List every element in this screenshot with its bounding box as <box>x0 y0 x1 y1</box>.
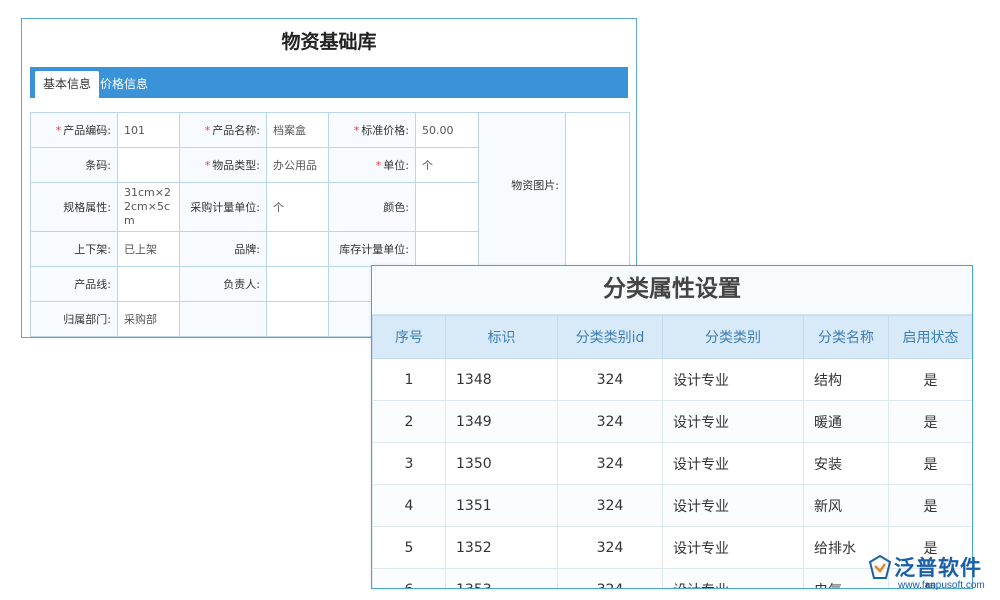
column-header[interactable]: 序号 <box>372 315 446 359</box>
barcode-label: 条码: <box>30 147 118 183</box>
logo-url: www.fanpusoft.com <box>898 580 985 591</box>
row-category: 设计专业 <box>662 400 804 443</box>
category-table: 序号 标识 分类类别id 分类类别 分类名称 启用状态 1 1348 324 设… <box>372 315 972 588</box>
column-header[interactable]: 分类名称 <box>803 315 889 359</box>
unit-field[interactable]: 个 <box>415 147 479 183</box>
row-index: 3 <box>372 442 446 485</box>
tab-bar: 基本信息 价格信息 <box>30 67 628 98</box>
row-name: 安装 <box>803 442 889 485</box>
product-name-field[interactable]: 档案盒 <box>266 112 329 148</box>
table-row[interactable]: 3 1350 324 设计专业 安装 是 <box>372 442 972 485</box>
column-header[interactable]: 分类类别 <box>662 315 804 359</box>
brand-label: 品牌: <box>179 231 267 267</box>
spec-field[interactable]: 31cm×22cm×5cm <box>117 182 180 232</box>
row-category-id: 324 <box>557 400 663 443</box>
column-header[interactable]: 标识 <box>445 315 558 359</box>
purchase-unit-label: 采购计量单位: <box>179 182 267 232</box>
spec-label: 规格属性: <box>30 182 118 232</box>
unit-label: * 单位: <box>328 147 416 183</box>
panel-title: 分类属性设置 <box>372 266 972 315</box>
shelf-status-label: 上下架: <box>30 231 118 267</box>
row-category: 设计专业 <box>662 358 804 401</box>
row-category: 设计专业 <box>662 484 804 527</box>
row-category-id: 324 <box>557 526 663 569</box>
table-row[interactable]: 1 1348 324 设计专业 结构 是 <box>372 358 972 401</box>
category-attribute-panel: 分类属性设置 序号 标识 分类类别id 分类类别 分类名称 启用状态 1 134… <box>371 265 973 589</box>
standard-price-label: * 标准价格: <box>328 112 416 148</box>
product-line-field[interactable] <box>117 266 180 302</box>
row-id: 1349 <box>445 400 558 443</box>
row-category: 设计专业 <box>662 526 804 569</box>
standard-price-field[interactable]: 50.00 <box>415 112 479 148</box>
product-code-field[interactable]: 101 <box>117 112 180 148</box>
department-label: 归属部门: <box>30 301 118 337</box>
row-enabled: 是 <box>888 358 972 401</box>
item-type-label: * 物品类型: <box>179 147 267 183</box>
brand-field[interactable] <box>266 231 329 267</box>
row-id: 1353 <box>445 568 558 588</box>
row-index: 4 <box>372 484 446 527</box>
purchase-unit-field[interactable]: 个 <box>266 182 329 232</box>
shelf-status-field[interactable]: 已上架 <box>117 231 180 267</box>
empty-label <box>179 301 267 337</box>
tab-price-info[interactable]: 价格信息 <box>92 71 156 98</box>
panel-title: 物资基础库 <box>281 31 377 53</box>
stock-unit-field[interactable] <box>415 231 479 267</box>
logo-mark-icon <box>868 554 892 579</box>
logo-name: 泛普软件 <box>894 556 982 580</box>
row-category-id: 324 <box>557 442 663 485</box>
table-row[interactable]: 2 1349 324 设计专业 暖通 是 <box>372 400 972 443</box>
row-index: 6 <box>372 568 446 588</box>
row-category-id: 324 <box>557 568 663 588</box>
barcode-field[interactable] <box>117 147 180 183</box>
product-line-label: 产品线: <box>30 266 118 302</box>
row-index: 1 <box>372 358 446 401</box>
row-id: 1352 <box>445 526 558 569</box>
product-code-label: * 产品编码: <box>30 112 118 148</box>
empty-field <box>266 301 329 337</box>
row-name: 暖通 <box>803 400 889 443</box>
product-name-label: * 产品名称: <box>179 112 267 148</box>
column-header[interactable]: 分类类别id <box>557 315 663 359</box>
row-id: 1350 <box>445 442 558 485</box>
row-name: 结构 <box>803 358 889 401</box>
color-label: 颜色: <box>328 182 416 232</box>
item-type-field[interactable]: 办公用品 <box>266 147 329 183</box>
owner-label: 负责人: <box>179 266 267 302</box>
row-category-id: 324 <box>557 484 663 527</box>
row-index: 5 <box>372 526 446 569</box>
color-field[interactable] <box>415 182 479 232</box>
row-enabled: 是 <box>888 442 972 485</box>
row-index: 2 <box>372 400 446 443</box>
row-name: 新风 <box>803 484 889 527</box>
row-category-id: 324 <box>557 358 663 401</box>
department-field[interactable]: 采购部 <box>117 301 180 337</box>
row-category: 设计专业 <box>662 568 804 588</box>
table-header-row: 序号 标识 分类类别id 分类类别 分类名称 启用状态 <box>372 315 972 359</box>
row-enabled: 是 <box>888 400 972 443</box>
row-id: 1348 <box>445 358 558 401</box>
owner-field[interactable] <box>266 266 329 302</box>
table-row[interactable]: 4 1351 324 设计专业 新风 是 <box>372 484 972 527</box>
company-logo: 泛普软件 www.fanpusoft.com <box>868 552 993 596</box>
row-id: 1351 <box>445 484 558 527</box>
tab-basic-info[interactable]: 基本信息 <box>35 71 100 98</box>
row-category: 设计专业 <box>662 442 804 485</box>
column-header[interactable]: 启用状态 <box>888 315 972 359</box>
row-enabled: 是 <box>888 484 972 527</box>
stock-unit-label: 库存计量单位: <box>328 231 416 267</box>
